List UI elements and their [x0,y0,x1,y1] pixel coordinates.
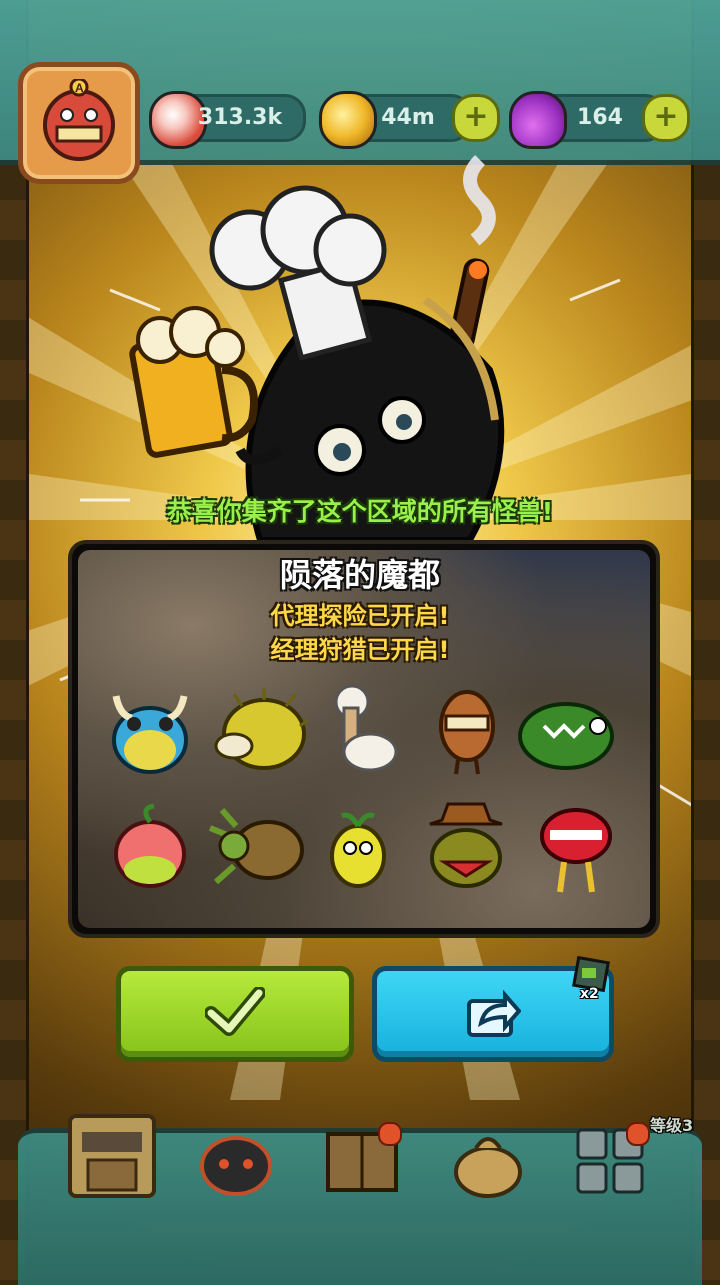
svg-text:A: A [75,81,84,95]
tiki-monster-icon [439,690,495,775]
unlock-hunt-text: 经理狩猎已开启! [270,636,450,664]
nav-shop[interactable] [66,1112,158,1200]
frog-monster-icon [112,695,188,774]
nav-book[interactable] [322,1120,402,1200]
book-notification-dot [378,1122,402,1146]
share-reward-badge: x2 [570,955,614,1002]
lips-monster-icon [540,808,612,893]
coin-value: 44m [381,105,435,130]
alpaca-monster-icon [334,684,398,772]
confirm-button[interactable] [116,966,354,1062]
crocodile-monster-icon [518,702,614,770]
add-coin-button[interactable]: + [452,94,500,142]
nav-monsters[interactable] [196,1120,276,1200]
peach-monster-icon [114,804,186,888]
eyeball-value: 313.3k [197,105,283,130]
nav-menu[interactable] [574,1120,654,1200]
area-title: 陨落的魔都 [279,556,440,594]
menu-notification-dot [626,1122,650,1146]
share-icon [467,989,521,1037]
chef-monster-icon [129,155,505,540]
reward-multiplier: x2 [580,986,599,1002]
money-bag-icon [454,1137,522,1198]
unlock-expedition-text: 代理探险已开启! [270,602,450,630]
congrats-message: 恭喜你集齐了这个区域的所有怪兽! [166,497,554,526]
mantis-monster-icon [208,808,304,885]
coin-counter: 44m [319,91,472,149]
checkmark-icon [205,987,265,1036]
eyeball-counter: 313.3k [149,91,306,149]
add-potion-button[interactable]: + [642,94,690,142]
monster-cage-icon [200,1136,272,1196]
shop-icon [68,1114,156,1198]
sprout-monster-icon [330,812,386,888]
level-label: 等级3 [650,1116,694,1135]
cowboy-monster-icon [429,802,503,888]
nav-bag[interactable] [448,1120,528,1200]
monster-avatar-icon: A [43,79,115,161]
hedgehog-monster-icon [214,688,308,770]
